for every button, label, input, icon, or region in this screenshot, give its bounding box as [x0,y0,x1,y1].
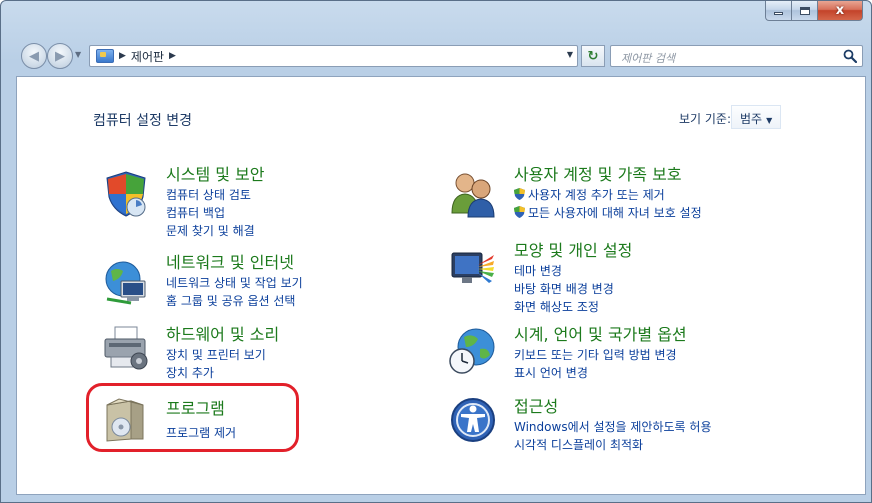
minimize-button[interactable] [765,1,792,21]
link-network-status[interactable]: 네트워크 상태 및 작업 보기 [166,274,303,291]
close-button[interactable]: x [818,1,863,21]
clock-region-title[interactable]: 시계, 언어 및 국가별 옵션 [514,321,687,345]
maximize-icon [799,6,810,15]
link-review-status[interactable]: 컴퓨터 상태 검토 [166,186,251,203]
link-add-remove-accounts[interactable]: 사용자 계정 추가 또는 제거 [514,186,665,203]
chevron-down-icon: ▼ [766,116,773,125]
accessibility-icon[interactable] [448,395,498,445]
appearance-title[interactable]: 모양 및 개인 설정 [514,237,632,261]
link-let-windows-suggest[interactable]: Windows에서 설정을 제안하도록 허용 [514,418,712,435]
link-homegroup[interactable]: 홈 그룹 및 공유 옵션 선택 [166,292,295,309]
link-add-remove-accounts-label: 사용자 계정 추가 또는 제거 [528,188,665,202]
view-by-dropdown[interactable]: 범주 ▼ [731,105,782,129]
close-icon: x [835,3,845,18]
view-by-value: 범주 [740,112,763,126]
system-security-title[interactable]: 시스템 및 보안 [166,161,265,185]
link-keyboard-input[interactable]: 키보드 또는 기타 입력 방법 변경 [514,346,677,363]
ease-of-access-title[interactable]: 접근성 [514,393,558,417]
shield-icon[interactable] [101,169,151,219]
title-bar: x [1,1,871,37]
refresh-button[interactable]: ↻ [581,45,605,67]
back-arrow-icon: ◀ [29,48,39,64]
network-globe-icon[interactable] [101,257,151,307]
link-add-device[interactable]: 장치 추가 [166,364,214,381]
link-parental-controls-label: 모든 사용자에 대해 자녀 보호 설정 [528,206,702,220]
hardware-title[interactable]: 하드웨어 및 소리 [166,321,279,345]
recent-pages-dropdown[interactable]: ▼ [75,50,81,59]
minimize-icon [774,12,783,15]
forward-button[interactable]: ▶ [47,43,73,69]
address-bar[interactable]: ▶ 제어판 ▶ ▼ [89,45,578,67]
users-icon[interactable] [448,169,498,219]
link-troubleshoot[interactable]: 문제 찾기 및 해결 [166,222,255,239]
breadcrumb-separator-icon[interactable]: ▶ [169,51,176,61]
link-backup[interactable]: 컴퓨터 백업 [166,204,225,221]
window-controls: x [765,1,863,21]
link-display-language[interactable]: 표시 언어 변경 [514,364,588,381]
printer-icon[interactable] [101,323,151,373]
globe-clock-icon[interactable] [448,325,498,375]
page-title: 컴퓨터 설정 변경 [93,113,193,129]
search-icon[interactable] [843,49,857,63]
search-input[interactable]: 제어판 검색 [610,45,863,67]
link-desktop-background[interactable]: 바탕 화면 배경 변경 [514,280,614,297]
highlight-annotation [86,383,299,452]
back-button[interactable]: ◀ [21,43,47,69]
main-content: 컴퓨터 설정 변경 보기 기준: 범주 ▼ 시스템 및 보안 컴퓨터 상태 검토 … [16,76,866,495]
forward-arrow-icon: ▶ [55,48,65,64]
control-panel-icon [96,49,114,63]
breadcrumb-control-panel[interactable]: 제어판 [131,48,164,65]
breadcrumb-separator-icon[interactable]: ▶ [119,51,126,61]
control-panel-window: x ◀ ▶ ▼ ▶ 제어판 ▶ ▼ ↻ 제어판 검색 컴퓨터 설정 변경 보기 … [0,0,872,503]
user-accounts-title[interactable]: 사용자 계정 및 가족 보호 [514,161,682,185]
view-by-label: 보기 기준: [679,112,732,126]
link-optimize-display[interactable]: 시각적 디스플레이 최적화 [514,436,643,453]
link-devices-printers[interactable]: 장치 및 프린터 보기 [166,346,266,363]
navigation-bar: ◀ ▶ ▼ ▶ 제어판 ▶ ▼ ↻ 제어판 검색 [1,41,871,71]
refresh-icon: ↻ [587,48,599,64]
search-placeholder: 제어판 검색 [621,52,676,65]
monitor-colors-icon[interactable] [448,245,498,295]
link-screen-resolution[interactable]: 화면 해상도 조정 [514,298,599,315]
uac-shield-icon [514,206,525,218]
link-parental-controls[interactable]: 모든 사용자에 대해 자녀 보호 설정 [514,204,702,221]
address-dropdown-icon[interactable]: ▼ [567,50,573,59]
maximize-button[interactable] [792,1,818,21]
network-title[interactable]: 네트워크 및 인터넷 [166,249,294,273]
link-change-theme[interactable]: 테마 변경 [514,262,562,279]
uac-shield-icon [514,188,525,200]
